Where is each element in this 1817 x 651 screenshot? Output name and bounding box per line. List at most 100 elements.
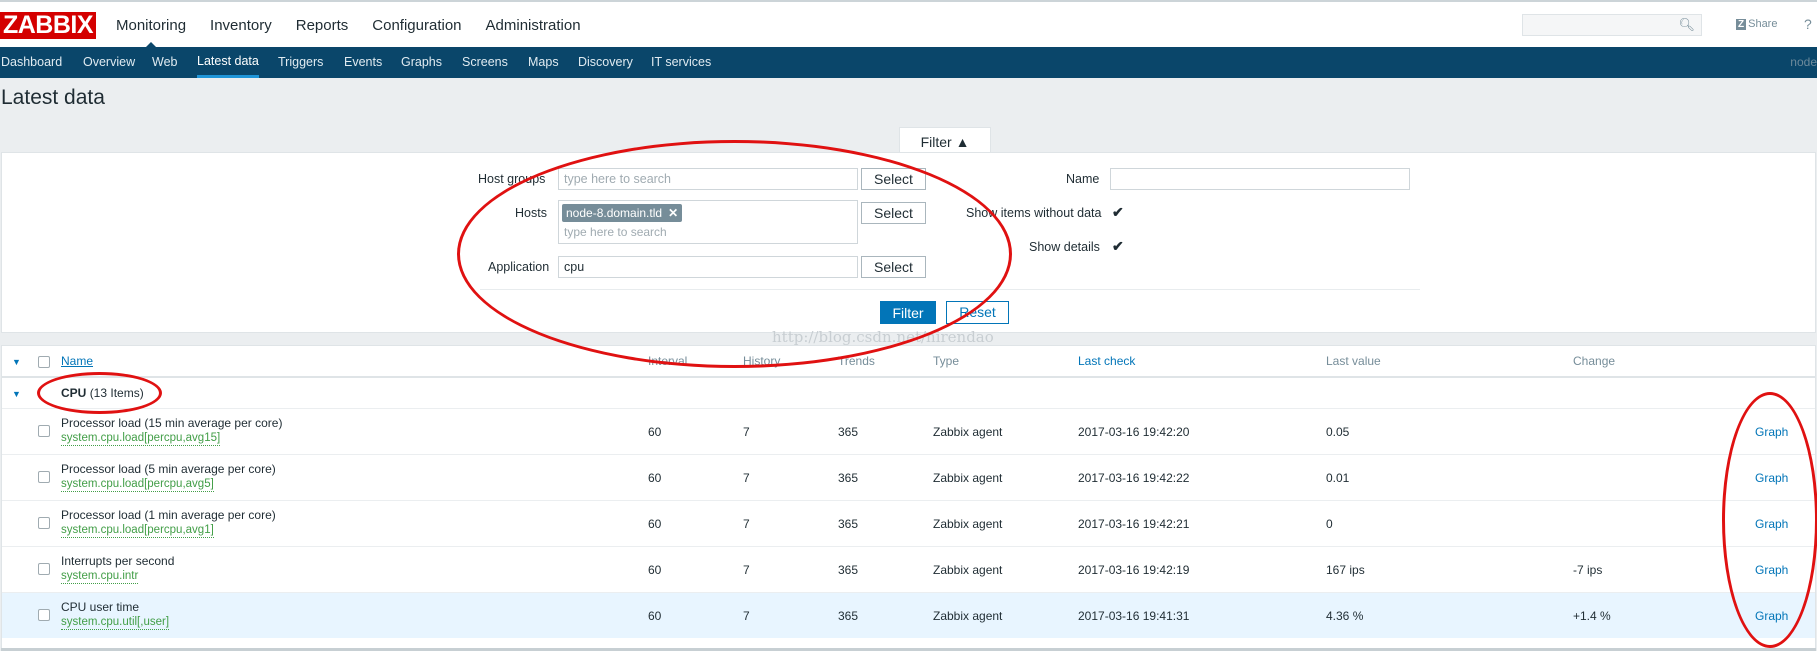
host-chip-label: node-8.domain.tld: [566, 206, 663, 220]
item-interval: 60: [648, 471, 662, 485]
page-title: Latest data: [1, 86, 105, 109]
subnav-maps[interactable]: Maps: [528, 47, 559, 77]
item-change: -7 ips: [1573, 563, 1603, 577]
hosts-input[interactable]: node-8.domain.tld ✕ type here to search: [558, 200, 858, 244]
reset-button[interactable]: Reset: [946, 301, 1009, 324]
subnav-events[interactable]: Events: [344, 47, 382, 77]
item-interval: 60: [648, 609, 662, 623]
remove-host-icon[interactable]: ✕: [668, 206, 678, 220]
item-last-check: 2017-03-16 19:42:21: [1078, 517, 1190, 531]
show-without-data-label: Show items without data: [966, 206, 1102, 220]
group-count: (13 Items): [89, 386, 144, 400]
item-last-value: 0: [1326, 517, 1333, 531]
item-history: 7: [743, 425, 750, 439]
item-history: 7: [743, 563, 750, 577]
table-row: Interrupts per second system.cpu.intr 60…: [2, 546, 1815, 592]
menu-reports[interactable]: Reports: [284, 2, 361, 47]
help-icon[interactable]: ?: [1804, 16, 1812, 32]
subnav-it-services[interactable]: IT services: [651, 47, 711, 77]
menu-monitoring[interactable]: Monitoring: [104, 2, 198, 49]
subnav-triggers[interactable]: Triggers: [278, 47, 323, 77]
graph-link[interactable]: Graph: [1755, 609, 1788, 623]
filter-button[interactable]: Filter: [880, 301, 936, 324]
graph-link[interactable]: Graph: [1755, 563, 1788, 577]
item-name: Processor load (15 min average per core): [61, 416, 283, 430]
host-groups-input[interactable]: type here to search: [558, 168, 858, 190]
col-type: Type: [933, 354, 960, 368]
subnav-graphs[interactable]: Graphs: [401, 47, 442, 77]
item-key[interactable]: system.cpu.load[percpu,avg15]: [61, 432, 221, 446]
item-trends: 365: [838, 609, 859, 623]
subnav-latest-data[interactable]: Latest data: [197, 47, 259, 78]
subnav-dashboard[interactable]: Dashboard: [1, 47, 62, 77]
table-row: Processor load (1 min average per core) …: [2, 500, 1815, 546]
collapse-all-icon[interactable]: ▼: [12, 357, 21, 367]
header-border: [2, 376, 1815, 378]
hosts-select-button[interactable]: Select: [861, 202, 926, 224]
item-name: Processor load (5 min average per core): [61, 462, 276, 476]
graph-link[interactable]: Graph: [1755, 517, 1788, 531]
item-last-check: 2017-03-16 19:42:20: [1078, 425, 1190, 439]
global-search-input[interactable]: 🔍︎: [1522, 14, 1702, 36]
item-key[interactable]: system.cpu.load[percpu,avg1]: [61, 524, 214, 538]
item-change: +1.4 %: [1573, 609, 1611, 623]
filter-tab[interactable]: Filter ▲: [899, 127, 991, 153]
item-history: 7: [743, 517, 750, 531]
hosts-placeholder: type here to search: [564, 225, 667, 239]
item-type: Zabbix agent: [933, 471, 1003, 485]
subnav-screens[interactable]: Screens: [462, 47, 508, 77]
host-chip: node-8.domain.tld ✕: [562, 204, 683, 222]
group-toggle-icon[interactable]: ▼: [12, 389, 21, 399]
item-key[interactable]: system.cpu.util[,user]: [61, 616, 170, 630]
application-input[interactable]: cpu: [558, 256, 858, 278]
latest-data-table: ▼ Name Interval History Trends Type Last…: [1, 345, 1816, 651]
table-row: Processor load (5 min average per core) …: [2, 454, 1815, 500]
col-name[interactable]: Name: [61, 346, 93, 376]
graph-link[interactable]: Graph: [1755, 425, 1788, 439]
item-trends: 365: [838, 425, 859, 439]
item-interval: 60: [648, 563, 662, 577]
select-all-checkbox[interactable]: [38, 356, 50, 368]
graph-link[interactable]: Graph: [1755, 471, 1788, 485]
row-checkbox[interactable]: [38, 517, 50, 529]
menu-administration[interactable]: Administration: [474, 2, 593, 47]
search-icon[interactable]: 🔍︎: [1678, 17, 1695, 33]
subnav-web[interactable]: Web: [152, 47, 177, 77]
name-input[interactable]: [1110, 168, 1410, 190]
name-label: Name: [1066, 172, 1100, 186]
item-trends: 365: [838, 471, 859, 485]
item-trends: 365: [838, 563, 859, 577]
item-name: CPU user time: [61, 600, 140, 614]
zabbix-logo[interactable]: ZABBIX: [0, 12, 96, 39]
group-label: CPU (13 Items): [61, 386, 144, 400]
row-checkbox[interactable]: [38, 425, 50, 437]
watermark: http://blog.csdn.net/nirendao: [772, 328, 994, 346]
application-select-button[interactable]: Select: [861, 256, 926, 278]
share-button[interactable]: Z Share: [1736, 18, 1777, 30]
subnav-overview[interactable]: Overview: [83, 47, 135, 77]
show-details-checkbox[interactable]: ✔: [1112, 238, 1124, 255]
hosts-label: Hosts: [515, 206, 547, 220]
menu-configuration[interactable]: Configuration: [360, 2, 473, 47]
col-last-check[interactable]: Last check: [1078, 346, 1135, 376]
item-type: Zabbix agent: [933, 609, 1003, 623]
item-name: Processor load (1 min average per core): [61, 508, 276, 522]
row-checkbox[interactable]: [38, 609, 50, 621]
item-type: Zabbix agent: [933, 517, 1003, 531]
item-interval: 60: [648, 425, 662, 439]
col-interval: Interval: [648, 354, 688, 368]
share-icon: Z: [1736, 19, 1747, 30]
sub-nav: Dashboard Overview Web Latest data Trigg…: [0, 47, 1817, 78]
show-without-data-checkbox[interactable]: ✔: [1112, 204, 1124, 221]
item-key[interactable]: system.cpu.load[percpu,avg5]: [61, 478, 214, 492]
item-key[interactable]: system.cpu.intr: [61, 570, 139, 584]
menu-inventory[interactable]: Inventory: [198, 2, 284, 47]
row-checkbox[interactable]: [38, 471, 50, 483]
item-history: 7: [743, 609, 750, 623]
show-details-label: Show details: [1029, 240, 1100, 254]
item-last-value: 0.01: [1326, 471, 1350, 485]
host-groups-select-button[interactable]: Select: [861, 168, 926, 190]
share-label: Share: [1748, 18, 1778, 30]
row-checkbox[interactable]: [38, 563, 50, 575]
subnav-discovery[interactable]: Discovery: [578, 47, 633, 77]
